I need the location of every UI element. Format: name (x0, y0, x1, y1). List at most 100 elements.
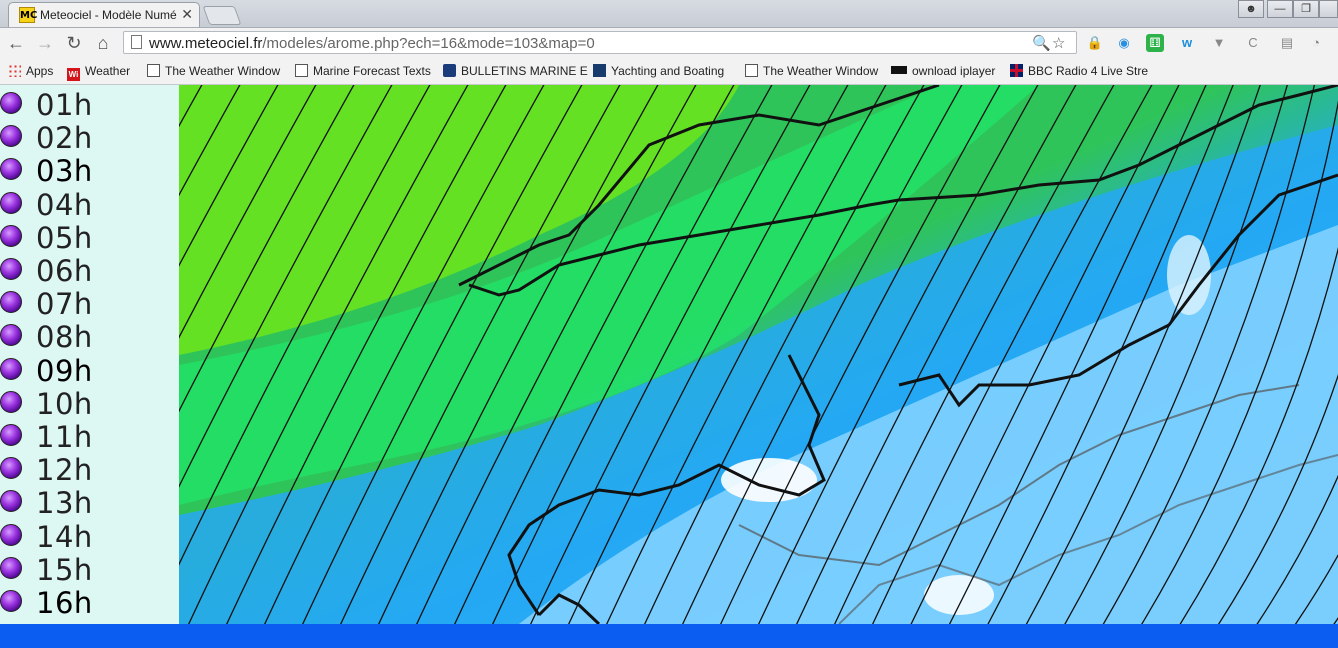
bottom-blue-bar (0, 624, 1338, 648)
bookmark-weather[interactable]: Wi Weather (67, 62, 130, 81)
bookmark-yachting-and-boating[interactable]: Yachting and Boating (593, 62, 724, 80)
bulletins-icon (443, 64, 456, 77)
purple-bullet-icon (0, 291, 22, 314)
union-flag-icon (1010, 64, 1023, 77)
gamepad-extension-icon[interactable]: ▤ (1278, 34, 1296, 52)
hour-row-15h[interactable]: 15h (0, 552, 179, 587)
purple-bullet-icon (0, 457, 22, 480)
hour-link[interactable]: 02h (36, 121, 93, 155)
gauge-extension-icon[interactable]: ◔ (1307, 34, 1325, 52)
lock-extension-icon[interactable]: 🔒 (1086, 34, 1104, 52)
purple-bullet-icon (0, 590, 22, 612)
hour-row-06h[interactable]: 06h (0, 253, 179, 288)
hour-row-03h[interactable]: 03h (0, 153, 179, 188)
hour-link[interactable]: 12h (36, 453, 93, 487)
maximize-button[interactable]: ❐ (1293, 0, 1319, 18)
zoom-icon[interactable]: 🔍 (1032, 34, 1051, 52)
hour-link[interactable]: 14h (36, 520, 93, 554)
hour-row-14h[interactable]: 14h (0, 519, 179, 554)
url-text[interactable]: www.meteociel.fr/modeles/arome.php?ech=1… (149, 35, 595, 52)
hour-row-11h[interactable]: 11h (0, 419, 179, 454)
purple-bullet-icon (0, 390, 22, 413)
bookmark-download-iplayer[interactable]: ownload iplayer (891, 62, 995, 80)
hour-link[interactable]: 03h (36, 154, 93, 188)
hour-link[interactable]: 06h (36, 254, 93, 288)
home-icon[interactable]: ⌂ (92, 32, 114, 54)
hour-link[interactable]: 10h (36, 387, 93, 421)
hour-row-05h[interactable]: 05h (0, 220, 179, 255)
map-white-patch (721, 458, 817, 502)
browser-tab[interactable]: MC Meteociel - Modèle Numé ✕ (8, 2, 200, 27)
purple-bullet-icon (0, 490, 22, 513)
bookmark-the-weather-window-2[interactable]: The Weather Window (745, 62, 878, 80)
new-tab-button[interactable] (202, 6, 242, 25)
hour-row-12h[interactable]: 12h (0, 452, 179, 487)
hour-row-10h[interactable]: 10h (0, 386, 179, 421)
page-content: 01h 02h 03h 04h 05h 06h 07h 08h 09h 10h 11h 12h 13h 1… (0, 85, 1338, 624)
purple-bullet-icon (0, 324, 22, 347)
bookmark-bulletins-marine[interactable]: BULLETINS MARINE E (443, 62, 588, 80)
purple-bullet-icon (0, 523, 22, 546)
bookmark-the-weather-window[interactable]: The Weather Window (147, 62, 280, 80)
document-icon (295, 64, 308, 77)
yachting-icon (593, 64, 606, 77)
hour-link[interactable]: 15h (36, 553, 93, 587)
weather-wi-icon: Wi (67, 68, 80, 81)
forecast-hour-sidebar: 01h 02h 03h 04h 05h 06h 07h 08h 09h 10h 11h 12h 13h 1… (0, 85, 179, 624)
shield-extension-icon[interactable]: ◉ (1115, 34, 1133, 52)
purple-bullet-icon (0, 224, 22, 247)
arome-forecast-map[interactable] (179, 85, 1338, 624)
close-window-button[interactable] (1319, 0, 1338, 18)
hour-row-04h[interactable]: 04h (0, 187, 179, 222)
back-arrow-icon[interactable]: ← (5, 32, 27, 54)
user-profile-icon[interactable]: ☻ (1238, 0, 1264, 18)
hour-link[interactable]: 13h (36, 486, 93, 520)
purple-bullet-icon (0, 191, 22, 214)
document-icon (745, 64, 758, 77)
bookmark-apps[interactable]: Apps (8, 62, 53, 80)
hour-link[interactable]: 11h (36, 420, 93, 454)
hour-row-09h[interactable]: 09h (0, 353, 179, 388)
purple-bullet-icon (0, 158, 22, 181)
hour-link[interactable]: 16h (36, 586, 93, 620)
hour-row-16h[interactable]: 16h (0, 585, 179, 620)
bookmark-star-icon[interactable]: ☆ (1052, 34, 1065, 52)
reload-icon[interactable]: ↻ (63, 32, 85, 54)
meteociel-favicon-icon: MC (19, 7, 37, 23)
hour-link[interactable]: 01h (36, 88, 93, 122)
hour-row-07h[interactable]: 07h (0, 286, 179, 321)
hour-link[interactable]: 04h (36, 188, 93, 222)
tab-strip: MC Meteociel - Modèle Numé ✕ ☻ — ❐ (0, 0, 1338, 28)
forward-arrow-icon[interactable]: → (34, 32, 56, 54)
purple-bullet-icon (0, 125, 22, 148)
hour-link[interactable]: 08h (36, 320, 93, 354)
hour-link[interactable]: 05h (36, 221, 93, 255)
hour-link[interactable]: 09h (36, 354, 93, 388)
dice-extension-icon[interactable]: ⚅ (1146, 34, 1164, 52)
hour-row-01h[interactable]: 01h (0, 87, 179, 122)
c-extension-icon[interactable]: C (1244, 34, 1262, 52)
bookmark-marine-forecast-texts[interactable]: Marine Forecast Texts (295, 62, 431, 80)
purple-bullet-icon (0, 424, 22, 446)
hour-row-02h[interactable]: 02h (0, 120, 179, 155)
map-white-patch (924, 575, 994, 615)
page-icon (131, 35, 142, 49)
bbc-icon (891, 66, 907, 74)
tab-close-icon[interactable]: ✕ (181, 6, 193, 23)
w-extension-icon[interactable]: w (1178, 34, 1196, 52)
address-bar[interactable]: www.meteociel.fr/modeles/arome.php?ech=1… (123, 31, 1077, 54)
purple-bullet-icon (0, 258, 22, 280)
purple-bullet-icon (0, 92, 22, 114)
hour-link[interactable]: 07h (36, 287, 93, 321)
document-icon (147, 64, 160, 77)
browser-toolbar: ← → ↻ ⌂ www.meteociel.fr/modeles/arome.p… (0, 28, 1338, 58)
hour-row-08h[interactable]: 08h (0, 319, 179, 354)
minimize-button[interactable]: — (1267, 0, 1293, 18)
bookmark-bbc-radio-4[interactable]: BBC Radio 4 Live Stre (1010, 62, 1148, 80)
purple-bullet-icon (0, 556, 22, 579)
apps-icon (8, 64, 21, 77)
pin-extension-icon[interactable]: ▼ (1210, 34, 1228, 52)
purple-bullet-icon (0, 357, 22, 380)
hour-row-13h[interactable]: 13h (0, 485, 179, 520)
bookmarks-bar: Apps Wi Weather The Weather Window Marine… (0, 58, 1338, 85)
